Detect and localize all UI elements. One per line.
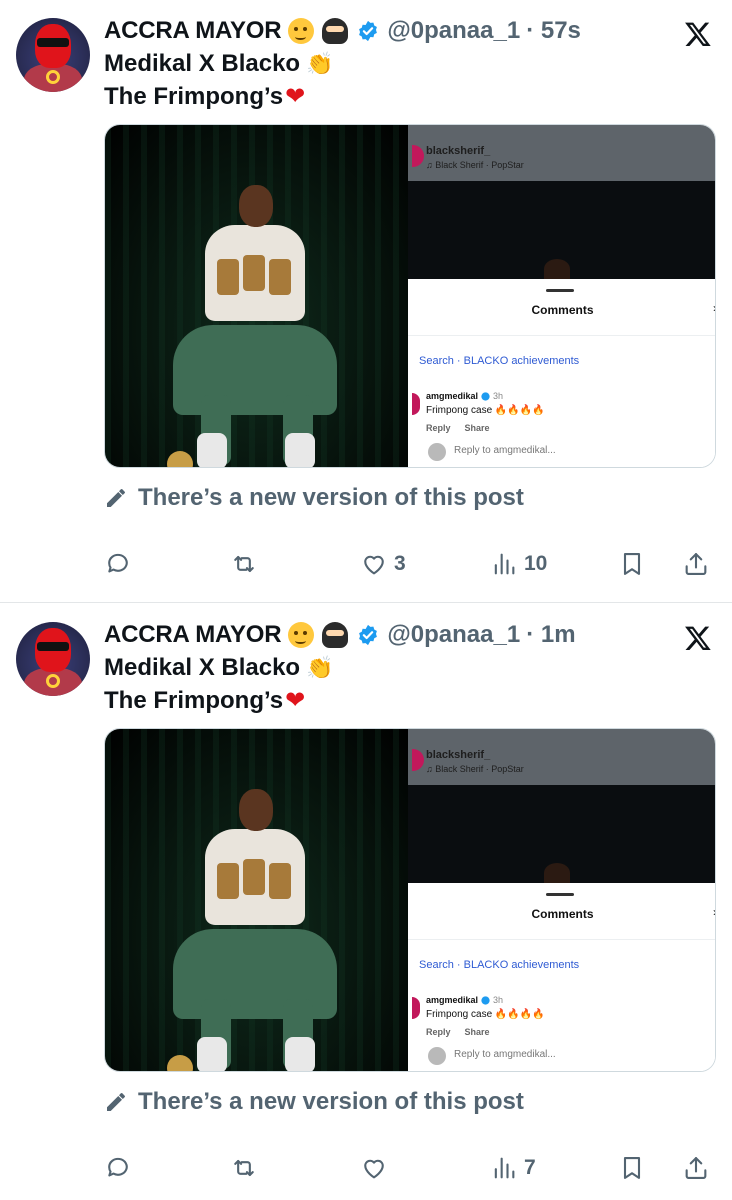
bookmark-button[interactable]	[618, 546, 646, 582]
ig-search-link: Search · BLACKO achievements	[419, 355, 580, 367]
ig-song: ♫ Black Sherif · PopStar	[426, 160, 524, 170]
post-time[interactable]: · 1m	[526, 621, 575, 649]
ninja-emoji	[321, 17, 349, 45]
action-bar: 7	[104, 1150, 716, 1186]
new-version-text[interactable]: There’s a new version of this post	[138, 484, 524, 512]
verified-badge-icon	[357, 624, 379, 646]
ig-username: blacksherif_	[426, 145, 491, 157]
x-logo-icon[interactable]	[684, 624, 712, 652]
clapping-hands-emoji: 👏	[306, 51, 334, 76]
new-version-notice[interactable]: There’s a new version of this post	[104, 482, 524, 514]
smiling-face-with-tear-emoji	[287, 621, 315, 649]
instagram-screenshot: blacksherif_ ♫ Black Sherif · PopStar Co…	[408, 125, 715, 467]
bookmark-icon	[623, 553, 641, 575]
post[interactable]: ACCRA MAYOR @0panaa_1 · 1m Medikal X Bla…	[0, 604, 732, 1200]
post-text-line-2: The Frimpong’s ❤	[104, 686, 305, 715]
post-header: ACCRA MAYOR @0panaa_1 · 1m	[104, 618, 724, 652]
post-text-line-2: The Frimpong’s ❤	[104, 82, 305, 111]
share-button[interactable]	[682, 1150, 710, 1186]
clapping-hands-emoji: 👏	[306, 655, 334, 680]
author-name[interactable]: ACCRA MAYOR	[104, 17, 282, 45]
bookmark-icon	[623, 1157, 641, 1179]
repost-icon	[234, 1159, 254, 1177]
action-bar: 3 10	[104, 546, 716, 582]
views-button[interactable]: 10	[490, 546, 547, 582]
verified-badge-icon	[357, 20, 379, 42]
ig-comment-text: Frimpong case 🔥🔥🔥🔥	[426, 405, 545, 416]
heart-icon	[364, 555, 384, 575]
ig-comment-actions: Reply Share	[426, 1027, 490, 1037]
avatar-glasses	[37, 38, 69, 47]
views-count: 7	[524, 1156, 536, 1179]
ig-comments-title: Comments	[531, 303, 594, 317]
ig-comment-user: amgmedikal 3h	[426, 995, 504, 1005]
red-heart-emoji: ❤	[285, 83, 306, 110]
post-text: Medikal X Blacko	[104, 654, 301, 681]
smiling-face-with-tear-emoji	[287, 17, 315, 45]
author-name[interactable]: ACCRA MAYOR	[104, 621, 282, 649]
repost-button[interactable]	[230, 546, 264, 582]
ig-username: blacksherif_	[426, 749, 491, 761]
ig-search-link: Search · BLACKO achievements	[419, 959, 580, 971]
reply-icon	[108, 1157, 128, 1177]
new-version-notice[interactable]: There’s a new version of this post	[104, 1086, 524, 1118]
avatar-glasses	[37, 642, 69, 651]
instagram-screenshot: blacksherif_ ♫ Black Sherif · PopStar Co…	[408, 729, 715, 1071]
avatar-chain	[46, 70, 60, 84]
repost-icon	[234, 555, 254, 573]
post-text: The Frimpong’s	[104, 686, 284, 714]
pencil-icon	[107, 1093, 125, 1111]
views-count: 10	[524, 552, 548, 575]
photo-black-sherif[interactable]	[105, 729, 408, 1071]
post-text: The Frimpong’s	[104, 82, 284, 110]
post-divider	[0, 602, 732, 603]
views-icon	[494, 553, 515, 575]
ig-reply-field: Reply to amgmedikal...	[454, 1049, 556, 1060]
ig-comment-text: Frimpong case 🔥🔥🔥🔥	[426, 1009, 545, 1020]
views-icon	[494, 1157, 515, 1179]
post-media[interactable]: blacksherif_ ♫ Black Sherif · PopStar Co…	[104, 728, 716, 1072]
post-text-line-1: Medikal X Blacko 👏	[104, 50, 333, 78]
post-text: Medikal X Blacko	[104, 50, 301, 77]
repost-button[interactable]	[230, 1150, 264, 1186]
like-button[interactable]: 3	[360, 546, 406, 582]
author-handle[interactable]: @0panaa_1	[387, 621, 520, 649]
red-heart-emoji: ❤	[285, 687, 306, 714]
ig-song: ♫ Black Sherif · PopStar	[426, 764, 524, 774]
avatar[interactable]	[16, 18, 90, 92]
post-header: ACCRA MAYOR @0panaa_1 · 57s	[104, 14, 724, 48]
ig-comments-title: Comments	[531, 907, 594, 921]
ig-comment-user: amgmedikal 3h	[426, 391, 504, 401]
reply-button[interactable]	[104, 1150, 138, 1186]
post[interactable]: ACCRA MAYOR @0panaa_1 · 57s Medikal X Bl…	[0, 0, 732, 604]
ninja-emoji	[321, 621, 349, 649]
reply-icon	[108, 553, 128, 573]
views-button[interactable]: 7	[490, 1150, 536, 1186]
share-icon	[685, 1157, 707, 1179]
bookmark-button[interactable]	[618, 1150, 646, 1186]
post-media[interactable]: blacksherif_ ♫ Black Sherif · PopStar Co…	[104, 124, 716, 468]
like-count: 3	[394, 552, 406, 575]
like-button[interactable]	[360, 1150, 394, 1186]
heart-icon	[364, 1159, 384, 1179]
x-logo-icon[interactable]	[684, 20, 712, 48]
share-button[interactable]	[682, 546, 710, 582]
post-time[interactable]: · 57s	[526, 17, 581, 45]
author-handle[interactable]: @0panaa_1	[387, 17, 520, 45]
photo-black-sherif[interactable]	[105, 125, 408, 467]
reply-button[interactable]	[104, 546, 138, 582]
avatar-chain	[46, 674, 60, 688]
avatar[interactable]	[16, 622, 90, 696]
share-icon	[685, 553, 707, 575]
ig-reply-field: Reply to amgmedikal...	[454, 445, 556, 456]
chevron-icon: ›	[713, 905, 715, 919]
post-text-line-1: Medikal X Blacko 👏	[104, 654, 333, 682]
ig-comment-actions: Reply Share	[426, 423, 490, 433]
new-version-text[interactable]: There’s a new version of this post	[138, 1088, 524, 1116]
pencil-icon	[107, 489, 125, 507]
chevron-icon: ›	[713, 301, 715, 315]
